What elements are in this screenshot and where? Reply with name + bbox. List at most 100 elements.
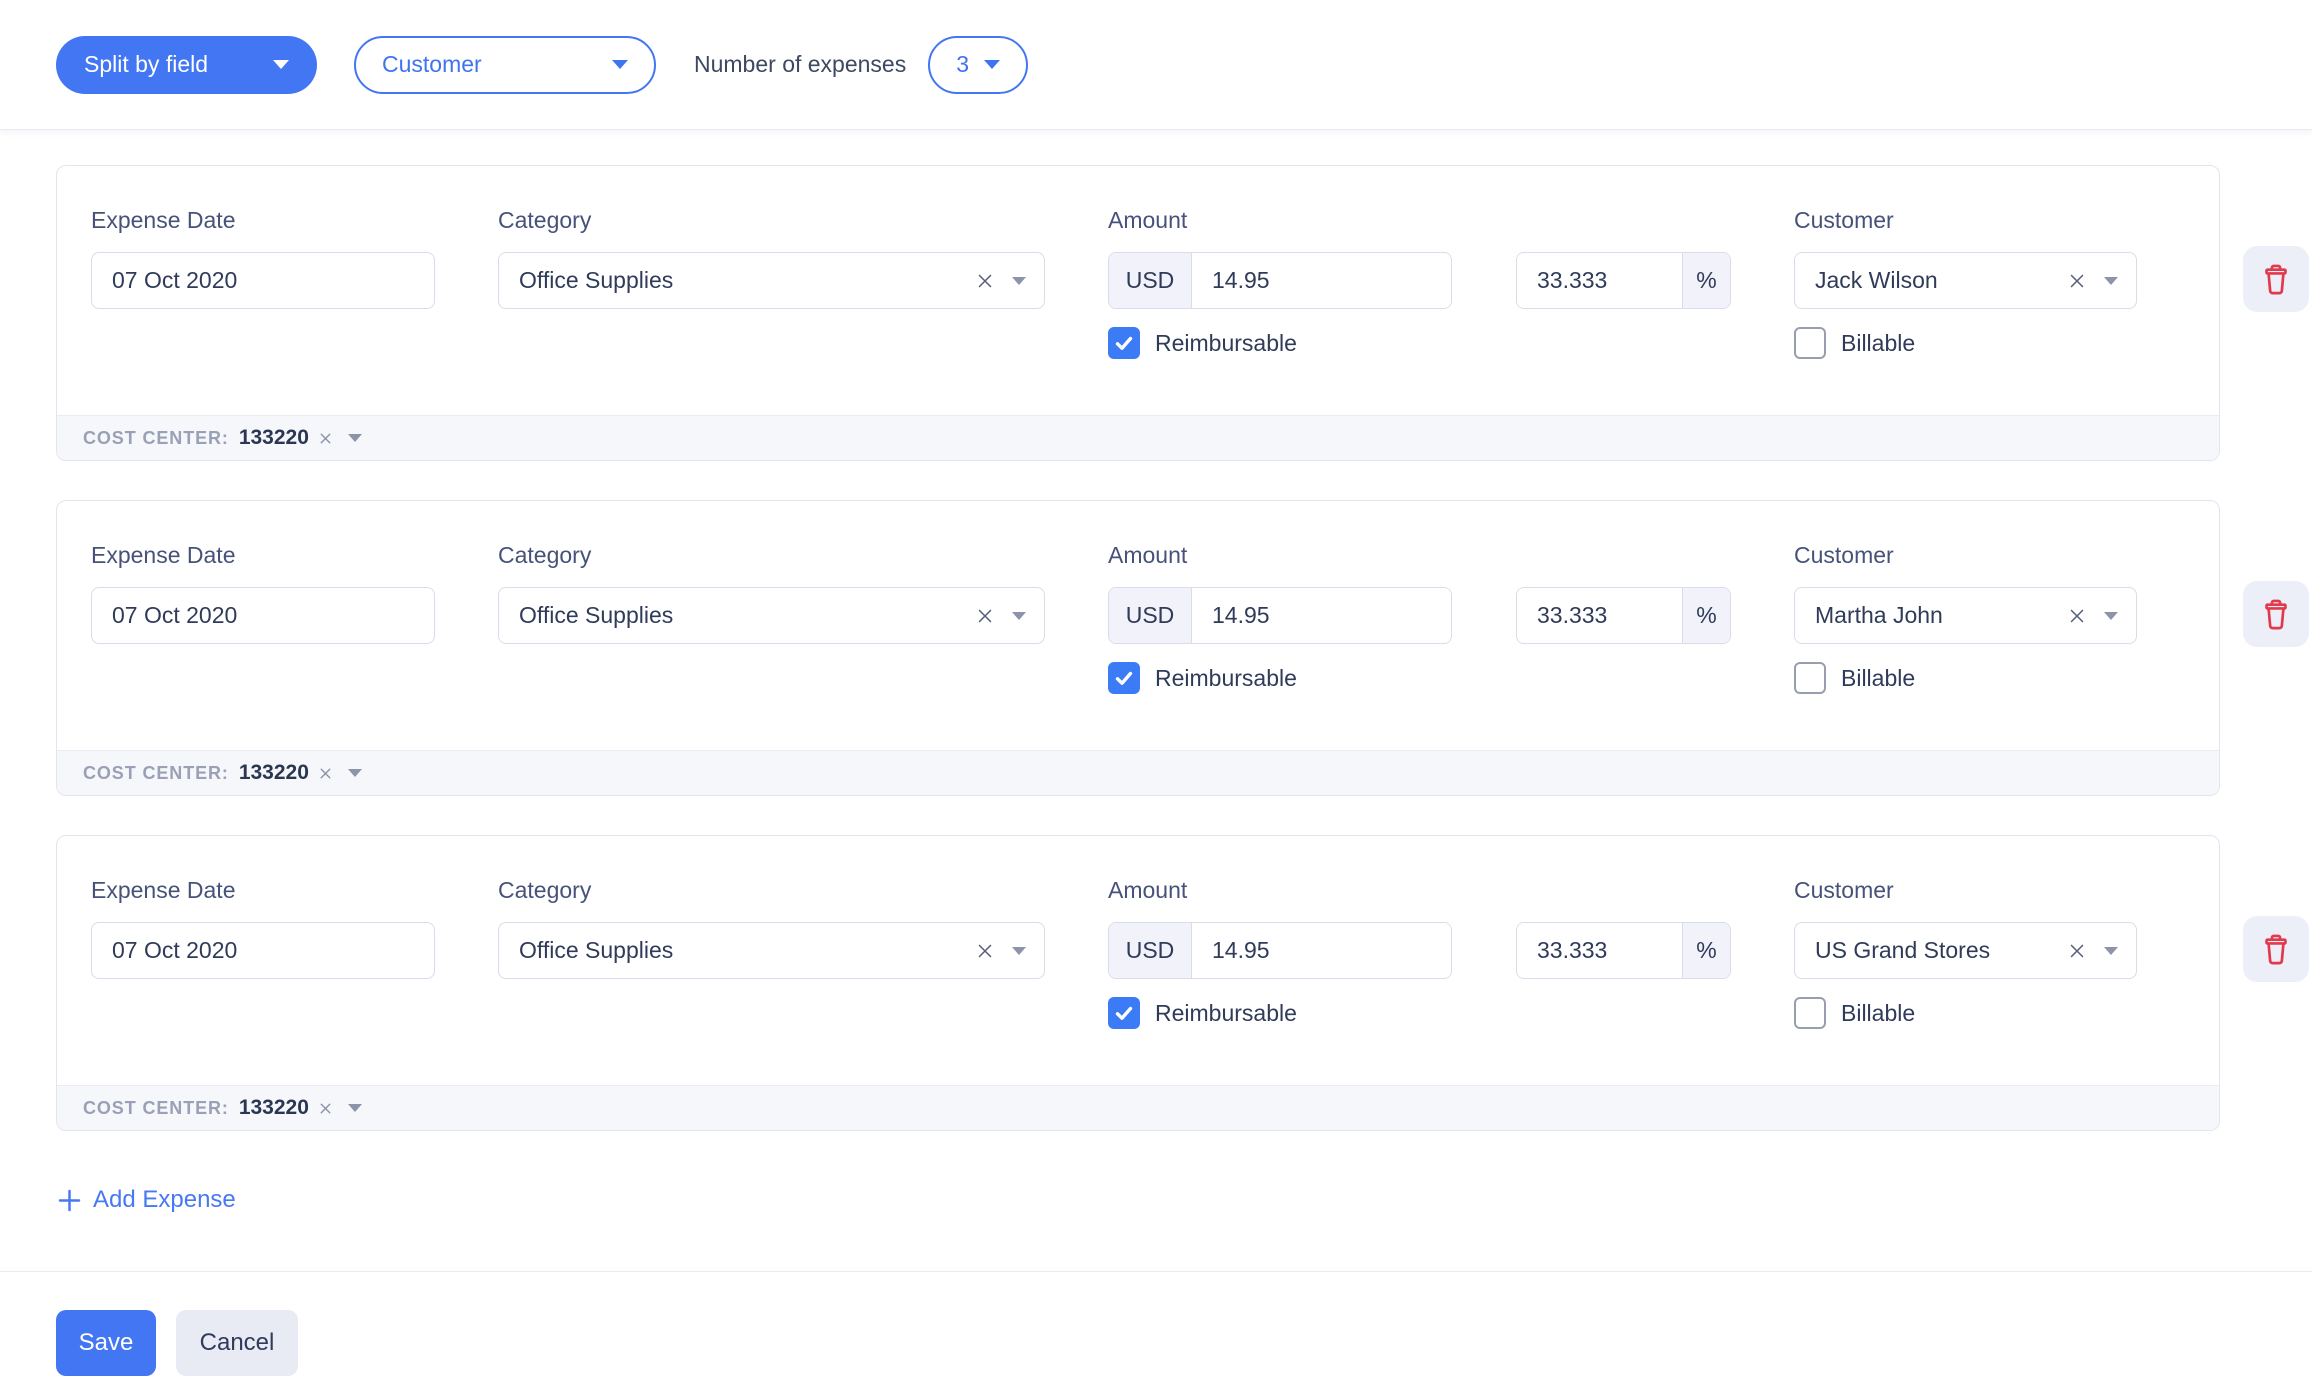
clear-icon[interactable] — [2066, 940, 2088, 962]
reimbursable-checkbox-row[interactable]: Reimbursable — [1108, 662, 1452, 694]
amount-input[interactable] — [1192, 588, 1451, 643]
clear-icon[interactable] — [974, 940, 996, 962]
category-value: Office Supplies — [519, 602, 974, 629]
percent-field-group: % — [1516, 252, 1731, 309]
reimbursable-checkbox-row[interactable]: Reimbursable — [1108, 997, 1452, 1029]
cost-center-row[interactable]: COST CENTER: 133220 — [57, 750, 2219, 795]
delete-expense-button[interactable] — [2243, 916, 2309, 982]
customer-select[interactable]: Jack Wilson — [1794, 252, 2137, 309]
clear-icon[interactable] — [317, 765, 334, 782]
percent-label-spacer — [1516, 541, 1731, 569]
billable-checkbox-row[interactable]: Billable — [1794, 327, 2137, 359]
chevron-down-icon — [273, 60, 289, 69]
reimbursable-checkbox[interactable] — [1108, 327, 1140, 359]
percent-field-group: % — [1516, 587, 1731, 644]
category-select[interactable]: Office Supplies — [498, 252, 1045, 309]
cost-center-label: COST CENTER: — [83, 763, 229, 784]
billable-checkbox-row[interactable]: Billable — [1794, 662, 2137, 694]
expense-date-input[interactable] — [91, 587, 435, 644]
number-of-expenses-select[interactable]: 3 — [928, 36, 1028, 94]
reimbursable-checkbox[interactable] — [1108, 997, 1140, 1029]
chevron-down-icon[interactable] — [1012, 612, 1026, 620]
save-button[interactable]: Save — [56, 1310, 156, 1376]
split-field-value: Customer — [382, 51, 482, 78]
expense-date-input[interactable] — [91, 922, 435, 979]
chevron-down-icon[interactable] — [1012, 277, 1026, 285]
billable-label: Billable — [1841, 330, 1915, 357]
chevron-down-icon[interactable] — [348, 769, 362, 777]
customer-value: Jack Wilson — [1815, 267, 2066, 294]
percent-input[interactable] — [1517, 253, 1682, 308]
expense-date-label: Expense Date — [91, 876, 435, 904]
split-by-field-dropdown[interactable]: Split by field — [56, 36, 317, 94]
chevron-down-icon[interactable] — [2104, 277, 2118, 285]
add-expense-button[interactable]: Add Expense — [56, 1186, 236, 1214]
trash-icon — [2258, 931, 2294, 967]
billable-label: Billable — [1841, 1000, 1915, 1027]
split-expenses-list: Expense Date Category Office Supplies Am… — [0, 130, 2312, 1214]
cost-center-label: COST CENTER: — [83, 1098, 229, 1119]
currency-code: USD — [1109, 923, 1192, 978]
percent-input[interactable] — [1517, 923, 1682, 978]
chevron-down-icon[interactable] — [2104, 947, 2118, 955]
customer-value: US Grand Stores — [1815, 937, 2066, 964]
amount-input[interactable] — [1192, 923, 1451, 978]
amount-input[interactable] — [1192, 253, 1451, 308]
cost-center-row[interactable]: COST CENTER: 133220 — [57, 1085, 2219, 1130]
footer-actions: Save Cancel — [0, 1272, 2312, 1392]
expense-split-row: Expense Date Category Office Supplies Am… — [0, 165, 2312, 461]
billable-checkbox[interactable] — [1794, 997, 1826, 1029]
split-field-select[interactable]: Customer — [354, 36, 656, 94]
cancel-button[interactable]: Cancel — [176, 1310, 298, 1376]
expense-date-input[interactable] — [91, 252, 435, 309]
clear-icon[interactable] — [974, 605, 996, 627]
amount-field-group: USD — [1108, 587, 1452, 644]
category-select[interactable]: Office Supplies — [498, 922, 1045, 979]
clear-icon[interactable] — [974, 270, 996, 292]
customer-select[interactable]: Martha John — [1794, 587, 2137, 644]
expense-card: Expense Date Category Office Supplies Am… — [56, 500, 2220, 796]
clear-icon[interactable] — [2066, 270, 2088, 292]
expense-date-label: Expense Date — [91, 541, 435, 569]
chevron-down-icon[interactable] — [348, 434, 362, 442]
percent-input[interactable] — [1517, 588, 1682, 643]
expense-fields: Expense Date Category Office Supplies Am… — [57, 166, 2219, 415]
billable-label: Billable — [1841, 665, 1915, 692]
amount-label: Amount — [1108, 541, 1452, 569]
amount-field-group: USD — [1108, 922, 1452, 979]
clear-icon[interactable] — [2066, 605, 2088, 627]
cost-center-value: 133220 — [239, 1096, 309, 1120]
clear-icon[interactable] — [317, 430, 334, 447]
category-label: Category — [498, 206, 1045, 234]
cost-center-value: 133220 — [239, 761, 309, 785]
percent-symbol: % — [1682, 588, 1730, 643]
percent-label-spacer — [1516, 206, 1731, 234]
chevron-down-icon[interactable] — [2104, 612, 2118, 620]
billable-checkbox-row[interactable]: Billable — [1794, 997, 2137, 1029]
category-value: Office Supplies — [519, 267, 974, 294]
billable-checkbox[interactable] — [1794, 662, 1826, 694]
category-select[interactable]: Office Supplies — [498, 587, 1045, 644]
delete-expense-button[interactable] — [2243, 581, 2309, 647]
expense-fields: Expense Date Category Office Supplies Am… — [57, 501, 2219, 750]
percent-field-group: % — [1516, 922, 1731, 979]
expense-date-label: Expense Date — [91, 206, 435, 234]
customer-label: Customer — [1794, 541, 2137, 569]
chevron-down-icon — [612, 60, 628, 69]
delete-expense-button[interactable] — [2243, 246, 2309, 312]
chevron-down-icon[interactable] — [1012, 947, 1026, 955]
customer-select[interactable]: US Grand Stores — [1794, 922, 2137, 979]
chevron-down-icon[interactable] — [348, 1104, 362, 1112]
expense-split-row: Expense Date Category Office Supplies Am… — [0, 500, 2312, 796]
billable-checkbox[interactable] — [1794, 327, 1826, 359]
cost-center-row[interactable]: COST CENTER: 133220 — [57, 415, 2219, 460]
category-label: Category — [498, 541, 1045, 569]
category-label: Category — [498, 876, 1045, 904]
split-toolbar: Split by field Customer Number of expens… — [0, 0, 2312, 130]
trash-icon — [2258, 596, 2294, 632]
clear-icon[interactable] — [317, 1100, 334, 1117]
category-value: Office Supplies — [519, 937, 974, 964]
reimbursable-checkbox-row[interactable]: Reimbursable — [1108, 327, 1452, 359]
expense-card: Expense Date Category Office Supplies Am… — [56, 165, 2220, 461]
reimbursable-checkbox[interactable] — [1108, 662, 1140, 694]
